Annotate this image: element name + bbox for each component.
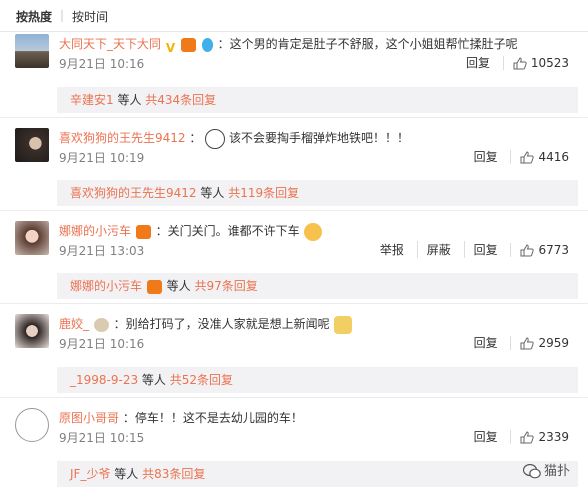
balloon-badge-icon bbox=[201, 37, 213, 52]
like-button[interactable]: 10523 bbox=[502, 56, 578, 70]
like-count: 4416 bbox=[538, 150, 569, 164]
replies-summary[interactable]: JF_少爷 等人 共83条回复 bbox=[57, 461, 578, 487]
comment-time: 9月21日 10:15 bbox=[59, 431, 145, 445]
thumbs-up-icon bbox=[520, 337, 535, 350]
thumbs-up-icon bbox=[520, 151, 535, 164]
verified-v-icon: V bbox=[165, 40, 176, 55]
replies-count[interactable]: 共83条回复 bbox=[142, 467, 205, 481]
doge-emoji-icon bbox=[333, 315, 352, 334]
replies-summary[interactable]: 喜欢狗狗的王先生9412 等人 共119条回复 bbox=[57, 180, 578, 206]
wechat-logo-icon bbox=[522, 463, 541, 479]
thumbs-up-icon bbox=[513, 57, 527, 70]
replies-count[interactable]: 共97条回复 bbox=[194, 279, 257, 293]
comment-time: 9月21日 13:03 bbox=[59, 244, 145, 258]
replies-count[interactable]: 共52条回复 bbox=[170, 373, 233, 387]
comment-text: ： bbox=[189, 131, 202, 145]
like-button[interactable]: 2959 bbox=[510, 336, 578, 350]
cat-badge-icon bbox=[93, 317, 109, 332]
replier-name[interactable]: 娜娜的小污车 bbox=[70, 279, 142, 293]
divider bbox=[0, 117, 588, 118]
divider bbox=[0, 397, 588, 398]
divider bbox=[0, 303, 588, 304]
like-count: 2959 bbox=[538, 336, 569, 350]
report-button[interactable]: 举报 bbox=[371, 241, 413, 258]
like-count: 2339 bbox=[538, 430, 569, 444]
comment-text: ：这个男的肯定是肚子不舒服，这个小姐姐帮忙揉肚子呢 bbox=[217, 37, 518, 51]
replies-label: 等人 bbox=[138, 373, 170, 387]
block-button[interactable]: 屏蔽 bbox=[416, 241, 460, 258]
comment-time: 9月21日 10:16 bbox=[59, 337, 145, 351]
divider bbox=[0, 210, 588, 211]
comment-username[interactable]: 大同天下_天下大同 bbox=[59, 37, 161, 51]
replies-summary[interactable]: 娜娜的小污车 等人 共97条回复 bbox=[57, 273, 578, 299]
sort-by-time-tab[interactable]: 按时间 bbox=[72, 8, 108, 25]
like-button[interactable]: 2339 bbox=[510, 430, 578, 444]
praying-hands-emoji-icon bbox=[303, 222, 322, 241]
reply-button[interactable]: 回复 bbox=[465, 428, 507, 445]
comment-text-continued: 该不会要掏手榴弹炸地铁吧！！！ bbox=[229, 131, 410, 145]
replier-name[interactable]: 喜欢狗狗的王先生9412 bbox=[70, 186, 197, 200]
comment-text: ：关门关门。谁都不许下车 bbox=[155, 224, 300, 238]
sort-separator: | bbox=[60, 8, 65, 22]
comment-username[interactable]: 原图小哥哥 bbox=[59, 411, 119, 425]
watermark: 猫扑 bbox=[522, 460, 570, 479]
reply-button[interactable]: 回复 bbox=[457, 54, 499, 71]
replier-name[interactable]: JF_少爷 bbox=[70, 467, 110, 481]
sort-by-hot-tab[interactable]: 按热度 bbox=[16, 8, 52, 25]
reply-button[interactable]: 回复 bbox=[465, 334, 507, 351]
comment-username[interactable]: 鹿姣_ bbox=[59, 317, 89, 331]
avatar[interactable] bbox=[15, 34, 49, 68]
like-count: 10523 bbox=[530, 56, 569, 70]
replies-label: 等人 bbox=[196, 186, 229, 200]
avatar[interactable] bbox=[15, 314, 49, 348]
reply-button[interactable]: 回复 bbox=[463, 241, 507, 258]
replies-label: 等人 bbox=[110, 467, 143, 481]
sort-bar: 按热度 | 按时间 bbox=[0, 0, 588, 32]
like-button[interactable]: 6773 bbox=[510, 243, 578, 257]
ghost-face-emoji-icon bbox=[205, 128, 226, 149]
avatar[interactable] bbox=[15, 221, 49, 255]
thumbs-up-icon bbox=[520, 431, 535, 444]
vip-badge-icon bbox=[135, 224, 151, 239]
comment-username[interactable]: 娜娜的小污车 bbox=[59, 224, 131, 238]
like-button[interactable]: 4416 bbox=[510, 150, 578, 164]
replier-name[interactable]: _1998-9-23 bbox=[70, 373, 138, 387]
comment-text: ：别给打码了，没准人家就是想上新闻呢 bbox=[113, 317, 330, 331]
replies-count[interactable]: 共434条回复 bbox=[145, 93, 216, 107]
vip-badge-icon bbox=[146, 279, 162, 294]
replier-name[interactable]: 辛建安1 bbox=[70, 93, 114, 107]
replies-summary[interactable]: _1998-9-23 等人 共52条回复 bbox=[57, 367, 578, 393]
replies-label: 等人 bbox=[162, 279, 195, 293]
replies-summary[interactable]: 辛建安1 等人 共434条回复 bbox=[57, 87, 578, 113]
replies-label: 等人 bbox=[113, 93, 146, 107]
thumbs-up-icon bbox=[520, 244, 535, 257]
comment-time: 9月21日 10:19 bbox=[59, 151, 145, 165]
avatar[interactable] bbox=[15, 128, 49, 162]
avatar[interactable] bbox=[15, 408, 49, 442]
reply-button[interactable]: 回复 bbox=[465, 148, 507, 165]
vip-badge-icon bbox=[180, 37, 196, 52]
like-count: 6773 bbox=[538, 243, 569, 257]
comment-time: 9月21日 10:16 bbox=[59, 57, 145, 71]
comment-text: ：停车！！这不是去幼儿园的车！ bbox=[122, 411, 303, 425]
replies-count[interactable]: 共119条回复 bbox=[228, 186, 299, 200]
watermark-text: 猫扑 bbox=[543, 464, 570, 479]
comment-username[interactable]: 喜欢狗狗的王先生9412 bbox=[59, 131, 186, 145]
